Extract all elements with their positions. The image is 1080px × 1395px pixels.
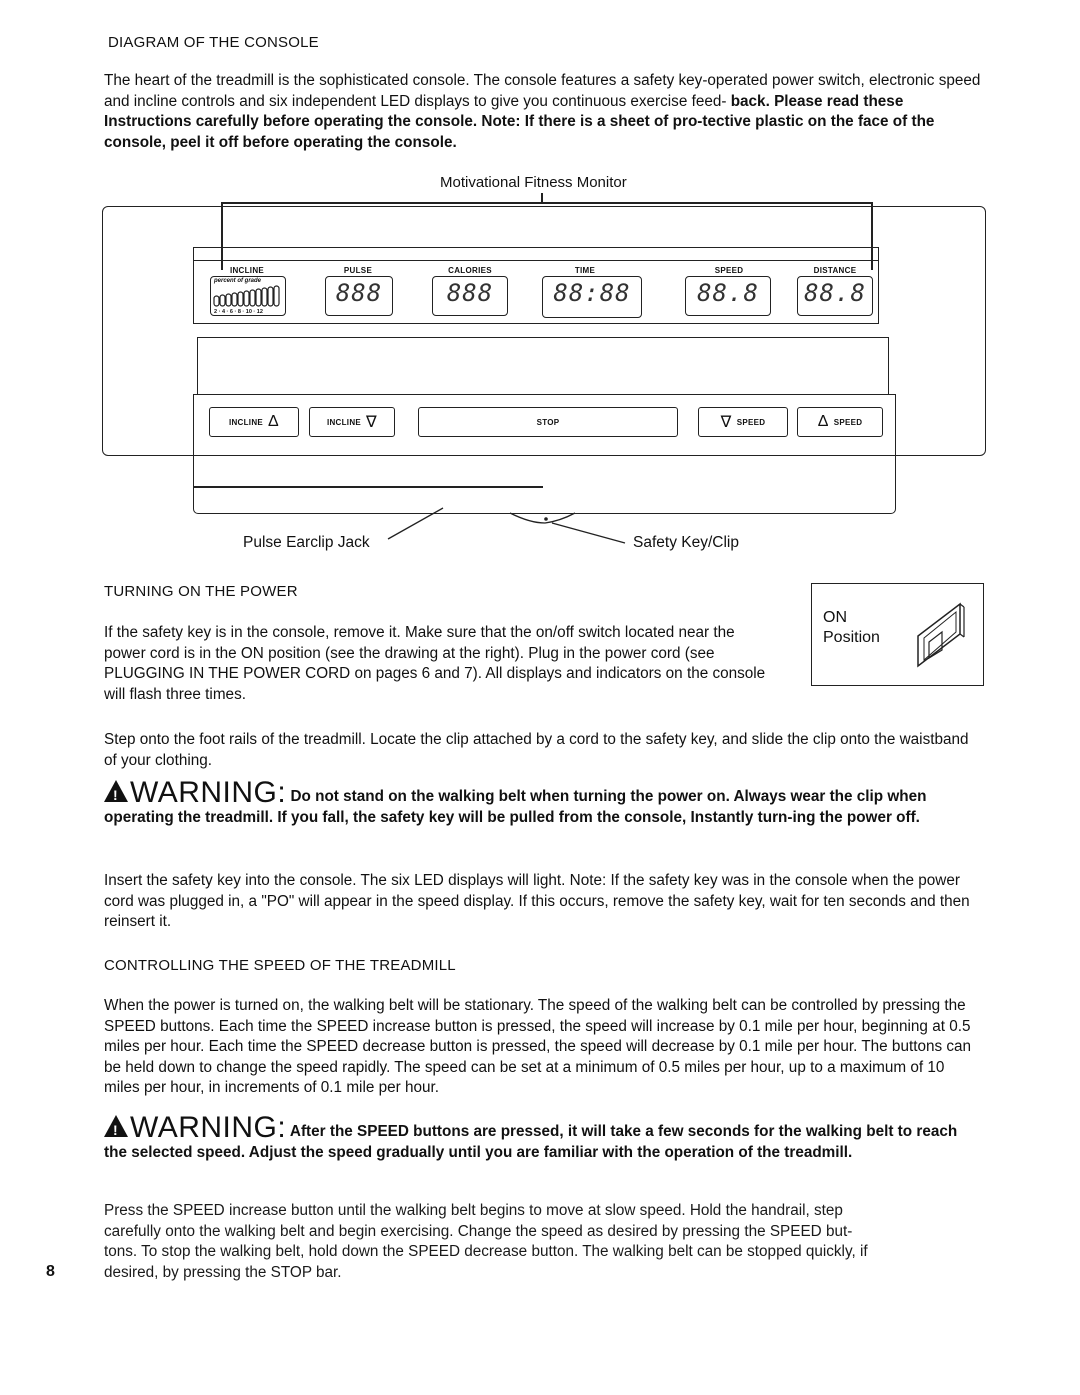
incline-bargraph: percent of grade 2 · 4 · 6 · 8 · 10 · 12 — [210, 276, 286, 316]
display-time: 88:88 — [542, 276, 642, 318]
final-line-1: Press the SPEED increase button until th… — [104, 1202, 843, 1219]
display-label-pulse: PULSE — [343, 266, 373, 275]
final-line-4: desired, by pressing the STOP bar. — [104, 1263, 342, 1281]
on-label: ON — [823, 609, 847, 626]
triangle-down-icon: ∇ — [366, 414, 378, 431]
safety-key-clip-label: Safety Key/Clip — [633, 534, 739, 551]
speed-down-button[interactable]: ∇ SPEED — [698, 407, 788, 437]
incline-down-label: INCLINE — [326, 417, 362, 427]
message-window — [197, 337, 889, 395]
section-heading-console: DIAGRAM OF THE CONSOLE — [108, 34, 319, 51]
final-line-2: carefully onto the walking belt and begi… — [104, 1222, 853, 1240]
warning-triangle-icon — [104, 780, 128, 806]
speed-up-label: SPEED — [833, 417, 863, 427]
position-label: Position — [823, 629, 880, 646]
triangle-down-icon: ∇ — [720, 414, 732, 431]
incline-down-button[interactable]: INCLINE ∇ — [309, 407, 395, 437]
display-calories: 888 — [432, 276, 508, 316]
monitor-label: Motivational Fitness Monitor — [440, 174, 627, 191]
incline-up-label: INCLINE — [228, 417, 264, 427]
incline-bars-icon — [213, 285, 280, 307]
lower-divider — [193, 486, 543, 488]
display-distance: 88.8 — [797, 276, 873, 316]
stop-button[interactable]: STOP — [418, 407, 678, 437]
pulse-earclip-jack-label: Pulse Earclip Jack — [243, 534, 370, 551]
power-paragraph: If the safety key is in the console, rem… — [104, 624, 766, 703]
speed-paragraph: When the power is turned on, the walking… — [104, 997, 972, 1096]
display-panel — [193, 260, 879, 324]
triangle-up-icon: Δ — [268, 413, 280, 430]
insert-paragraph: Insert the safety key into the console. … — [104, 872, 970, 930]
triangle-up-icon: Δ — [817, 413, 829, 430]
on-position-figure: ON Position — [811, 583, 984, 686]
stop-label: STOP — [536, 417, 560, 427]
incline-up-button[interactable]: INCLINE Δ — [209, 407, 299, 437]
callout-lines — [387, 507, 626, 544]
display-strip-top — [193, 247, 879, 261]
page-number: 8 — [46, 1263, 55, 1280]
console-intro: The heart of the treadmill is the sophis… — [104, 71, 984, 153]
display-label-speed: SPEED — [714, 266, 744, 275]
warning-power: WARNING: Do not stand on the walking bel… — [104, 778, 984, 828]
section-heading-power: TURNING ON THE POWER — [104, 583, 298, 600]
display-label-distance: DISTANCE — [813, 266, 857, 275]
warning-word: WARNING: — [130, 1111, 287, 1144]
display-pulse: 888 — [325, 276, 393, 316]
warning-word: WARNING: — [130, 776, 287, 809]
display-speed: 88.8 — [685, 276, 771, 316]
incline-scale: 2 · 4 · 6 · 8 · 10 · 12 — [214, 309, 263, 315]
display-label-incline: INCLINE — [229, 266, 265, 275]
rocker-switch-icon — [917, 602, 965, 668]
final-paragraph: Press the SPEED increase button until th… — [104, 1201, 994, 1283]
warning-triangle-icon — [104, 1115, 128, 1141]
speed-down-label: SPEED — [736, 417, 766, 427]
speed-up-button[interactable]: Δ SPEED — [797, 407, 883, 437]
monitor-bracket-top — [221, 202, 873, 204]
final-line-3: tons. To stop the walking belt, hold dow… — [104, 1243, 868, 1260]
step-paragraph: Step onto the foot rails of the treadmil… — [104, 731, 969, 769]
display-label-calories: CALORIES — [448, 266, 492, 275]
display-label-time: TIME — [574, 266, 596, 275]
warning-speed: WARNING: After the SPEED buttons are pre… — [104, 1113, 984, 1163]
section-heading-speed: CONTROLLING THE SPEED OF THE TREADMILL — [104, 957, 456, 974]
